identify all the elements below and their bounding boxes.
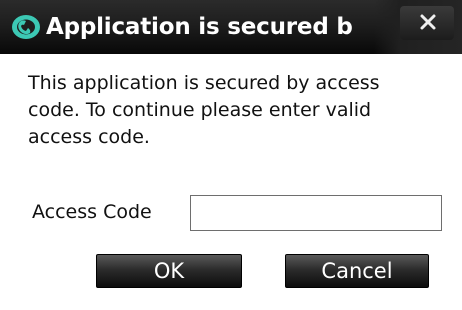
- message-line: access code.: [28, 126, 150, 148]
- cancel-button[interactable]: Cancel: [285, 254, 429, 288]
- message-line: code. To continue please enter valid: [28, 99, 372, 121]
- app-logo-icon: [12, 15, 40, 39]
- message-line: This application is secured by access: [28, 72, 380, 94]
- title-bar[interactable]: Application is secured b: [0, 0, 462, 54]
- security-message: This application is secured by access co…: [28, 70, 438, 151]
- access-code-input[interactable]: [190, 195, 442, 231]
- close-icon[interactable]: [418, 12, 438, 32]
- access-code-label: Access Code: [32, 201, 152, 223]
- window-title: Application is secured b: [46, 14, 353, 40]
- access-code-dialog: Application is secured b This applicatio…: [0, 0, 462, 310]
- ok-button[interactable]: OK: [96, 254, 242, 288]
- close-button[interactable]: [400, 6, 454, 40]
